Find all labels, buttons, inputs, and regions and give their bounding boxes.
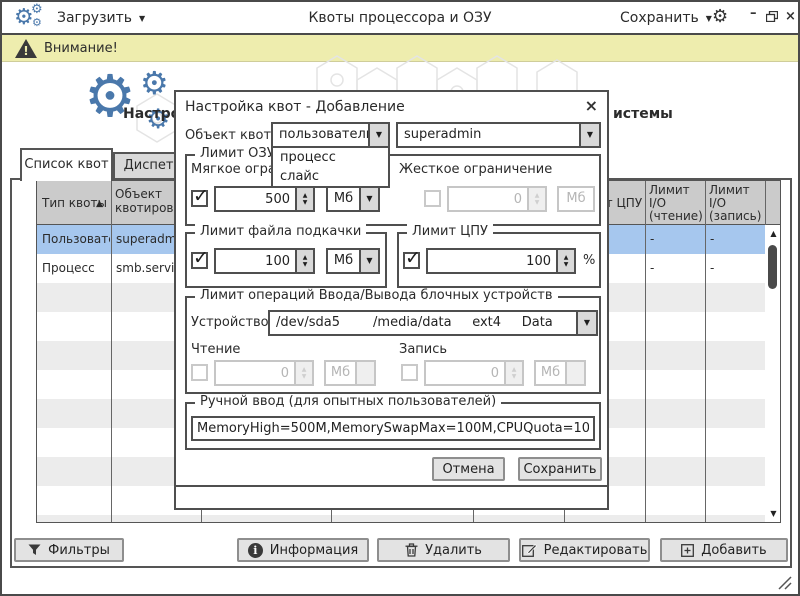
warning-icon: ! — [14, 38, 38, 59]
chevron-down-icon[interactable]: ▼ — [579, 124, 599, 146]
warning-text: Внимание! — [44, 41, 118, 56]
edit-icon — [522, 543, 537, 557]
scroll-down-icon[interactable]: ▼ — [765, 509, 781, 518]
read-limit-spinner[interactable]: ▲ ▼ — [214, 360, 314, 386]
column-header-io-read[interactable]: Лимит I/O (чтение) — [649, 184, 705, 223]
spinner-arrows-icon[interactable]: ▲ ▼ — [556, 250, 574, 272]
chevron-down-icon[interactable]: ▼ — [576, 312, 596, 334]
swap-limit-group: Лимит файла подкачки ✓ ▲ ▼ Мб ▼ — [185, 232, 387, 288]
hard-limit-unit-select[interactable]: Мб — [557, 186, 595, 212]
ram-limit-group: Лимит ОЗУ Мягкое ограничение Жесткое огр… — [185, 154, 601, 226]
chevron-down-icon: ▼ — [139, 14, 145, 23]
write-label: Запись — [399, 342, 447, 357]
vertical-scrollbar[interactable]: ▲ ▼ — [765, 225, 781, 522]
load-menu-label: Загрузить — [57, 10, 132, 26]
percent-unit-label: % — [583, 253, 595, 268]
read-limit-unit-select[interactable]: Мб — [324, 360, 376, 386]
soft-limit-unit-select[interactable]: Мб ▼ — [326, 186, 380, 212]
chevron-down-icon[interactable]: ▼ — [368, 124, 388, 146]
read-limit-checkbox[interactable] — [191, 364, 208, 381]
close-button[interactable]: × — [785, 9, 796, 24]
edit-button[interactable]: Редактировать — [519, 538, 650, 562]
device-select[interactable]: /dev/sda5 /media/data ext4 Data ▼ — [268, 310, 598, 336]
quota-settings-dialog: Настройка квот - Добавление × Объект кво… — [174, 90, 609, 510]
swap-limit-legend: Лимит файла подкачки — [195, 224, 366, 239]
write-limit-spinner[interactable]: ▲ ▼ — [424, 360, 524, 386]
hard-limit-label: Жесткое ограничение — [399, 162, 552, 177]
minimize-button[interactable]: – — [750, 6, 757, 21]
page-heading-right-fragment: истемы — [613, 106, 673, 122]
swap-limit-spinner[interactable]: ▲ ▼ — [214, 248, 315, 274]
cancel-button[interactable]: Отмена — [432, 457, 505, 481]
write-limit-checkbox[interactable] — [401, 364, 418, 381]
hard-limit-spinner[interactable]: ▲ ▼ — [447, 186, 547, 212]
delete-button[interactable]: Удалить — [377, 538, 510, 562]
manual-input-group: Ручной ввод (для опытных пользователей) — [185, 402, 601, 450]
io-limit-group: Лимит операций Ввода/Вывода блочных устр… — [185, 296, 601, 394]
chevron-down-icon: ▼ — [706, 14, 712, 23]
cpu-limit-legend: Лимит ЦПУ — [407, 224, 493, 239]
info-icon: i — [248, 543, 263, 558]
cpu-limit-group: Лимит ЦПУ ✓ ▲ ▼ % — [397, 232, 601, 288]
sort-asc-icon[interactable]: ▲ — [96, 197, 103, 211]
save-menu-button[interactable]: Сохранить ▼ — [620, 10, 712, 26]
title-bar: ⚙ ⚙ ⚙ Загрузить ▼ Квоты процессора и ОЗУ… — [2, 2, 798, 35]
filters-button[interactable]: Фильтры — [14, 538, 124, 562]
trash-icon — [405, 543, 418, 557]
dialog-close-icon[interactable]: × — [585, 96, 598, 115]
add-button[interactable]: Добавить — [660, 538, 788, 562]
device-label: Устройство: — [191, 315, 273, 330]
check-icon: ✓ — [405, 247, 421, 269]
column-divider — [705, 181, 706, 522]
manual-input-legend: Ручной ввод (для опытных пользователей) — [195, 394, 501, 409]
ram-limit-legend: Лимит ОЗУ — [195, 146, 280, 161]
read-label: Чтение — [191, 342, 240, 357]
scroll-up-icon[interactable]: ▲ — [765, 229, 781, 238]
window-title: Квоты процессора и ОЗУ — [202, 10, 598, 26]
quota-object-select[interactable]: пользователь ▼ — [271, 122, 390, 148]
dialog-title: Настройка квот - Добавление — [185, 99, 405, 115]
save-menu-label: Сохранить — [620, 10, 699, 26]
swap-limit-checkbox[interactable]: ✓ — [191, 252, 208, 269]
write-limit-unit-select[interactable]: Мб — [534, 360, 586, 386]
cpu-limit-checkbox[interactable]: ✓ — [403, 252, 420, 269]
manual-input-field[interactable] — [191, 416, 595, 441]
column-header-io-write[interactable]: Лимит I/O (запись) — [709, 184, 765, 223]
maximize-button[interactable] — [766, 11, 778, 26]
column-divider — [111, 181, 112, 522]
dropdown-option-slice[interactable]: слайс — [273, 167, 388, 186]
dropdown-option-process[interactable]: процесс — [273, 148, 388, 167]
check-icon: ✓ — [193, 185, 209, 207]
load-menu-button[interactable]: Загрузить ▼ — [57, 10, 145, 26]
hard-limit-checkbox[interactable] — [424, 190, 441, 207]
save-button[interactable]: Сохранить — [518, 457, 602, 481]
dialog-bottom-divider — [176, 485, 607, 487]
io-limit-legend: Лимит операций Ввода/Вывода блочных устр… — [195, 288, 558, 303]
maximize-icon — [766, 11, 778, 22]
chevron-down-icon[interactable]: ▼ — [359, 250, 378, 272]
tab-quota-list[interactable]: Список квот — [20, 148, 113, 181]
spinner-arrows-icon: ▲ ▼ — [504, 362, 522, 384]
swap-limit-unit-select[interactable]: Мб ▼ — [326, 248, 380, 274]
svg-text:!: ! — [23, 44, 28, 58]
check-icon: ✓ — [193, 247, 209, 269]
quota-object-dropdown-list: процесс слайс — [271, 146, 390, 188]
soft-limit-spinner[interactable]: ▲ ▼ — [214, 186, 315, 212]
soft-limit-checkbox[interactable]: ✓ — [191, 190, 208, 207]
chevron-down-icon[interactable]: ▼ — [359, 188, 378, 210]
resize-grip[interactable] — [776, 574, 792, 590]
app-window: ⚙ ⚙ ⚙ Загрузить ▼ Квоты процессора и ОЗУ… — [0, 0, 800, 596]
spinner-arrows-icon: ▲ ▼ — [527, 188, 545, 210]
information-button[interactable]: i Информация — [237, 538, 369, 562]
spinner-arrows-icon[interactable]: ▲ ▼ — [295, 188, 313, 210]
column-divider — [645, 181, 646, 522]
plus-icon — [681, 544, 694, 557]
settings-gear-icon[interactable]: ⚙ — [712, 6, 728, 27]
spinner-arrows-icon: ▲ ▼ — [294, 362, 312, 384]
cpu-limit-spinner[interactable]: ▲ ▼ — [426, 248, 576, 274]
spinner-arrows-icon[interactable]: ▲ ▼ — [295, 250, 313, 272]
quota-target-select[interactable]: superadmin ▼ — [396, 122, 601, 148]
filter-icon — [28, 544, 41, 556]
scrollbar-thumb[interactable] — [768, 245, 777, 289]
